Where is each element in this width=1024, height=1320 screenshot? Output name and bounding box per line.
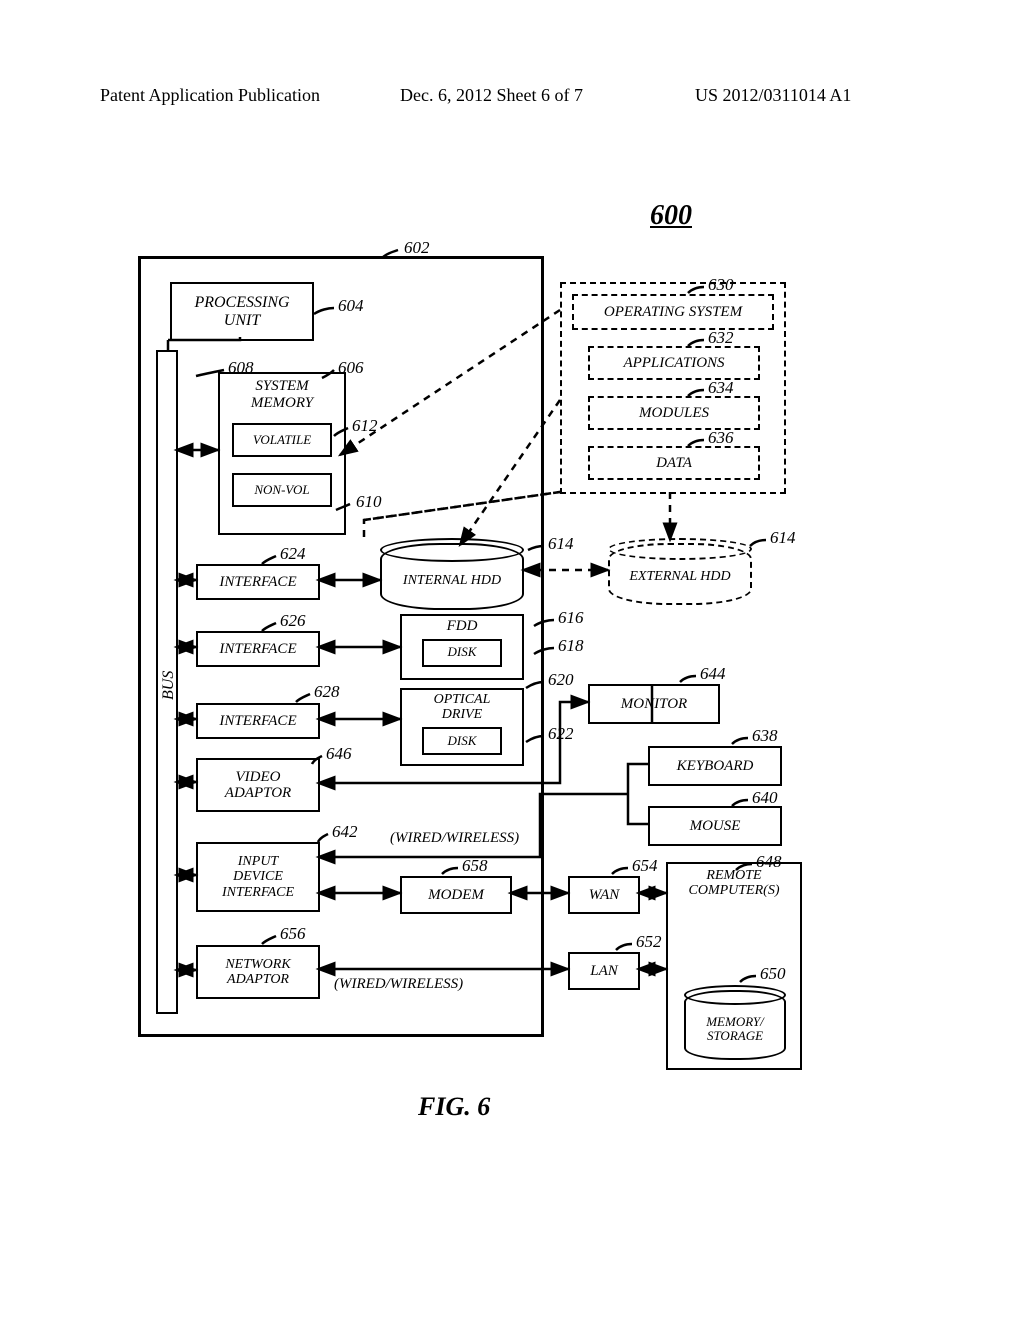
wired-wireless-2: (WIRED/WIRELESS) (334, 976, 463, 993)
ref-640: 640 (752, 788, 778, 808)
ref-608: 608 (228, 358, 254, 378)
ref-616: 616 (558, 608, 584, 628)
wired-wireless-1: (WIRED/WIRELESS) (390, 830, 519, 847)
mouse: MOUSE (648, 806, 782, 846)
modem: MODEM (400, 876, 512, 914)
ref-624: 624 (280, 544, 306, 564)
optical-disk: DISK (422, 727, 502, 755)
ref-638: 638 (752, 726, 778, 746)
external-hdd-top (608, 538, 752, 560)
ref-650: 650 (760, 964, 786, 984)
header-mid: Dec. 6, 2012 Sheet 6 of 7 (400, 85, 583, 106)
ref-614a: 614 (548, 534, 574, 554)
fdd-label: FDD (402, 618, 522, 635)
ref-610: 610 (356, 492, 382, 512)
page: Patent Application Publication Dec. 6, 2… (0, 0, 1024, 1320)
fdd-disk: DISK (422, 639, 502, 667)
interface-626: INTERFACE (196, 631, 320, 667)
ref-620: 620 (548, 670, 574, 690)
system-memory: SYSTEM MEMORY VOLATILE NON-VOL (218, 372, 346, 535)
ref-648: 648 (756, 852, 782, 872)
nonvolatile-mem: NON-VOL (232, 473, 332, 507)
ref-658: 658 (462, 856, 488, 876)
header-left: Patent Application Publication (100, 85, 320, 106)
ref-622: 622 (548, 724, 574, 744)
ref-654: 654 (632, 856, 658, 876)
memory-storage-top (684, 985, 786, 1005)
figure-caption: FIG. 6 (418, 1092, 490, 1122)
ref-618: 618 (558, 636, 584, 656)
volatile-mem: VOLATILE (232, 423, 332, 457)
ref-636: 636 (708, 428, 734, 448)
fdd: FDD DISK (400, 614, 524, 680)
ref-612: 612 (352, 416, 378, 436)
header-right: US 2012/0311014 A1 (695, 85, 851, 106)
keyboard: KEYBOARD (648, 746, 782, 786)
ref-656: 656 (280, 924, 306, 944)
wan: WAN (568, 876, 640, 914)
bus-label: BUS (160, 671, 178, 700)
input-device-interface: INPUT DEVICE INTERFACE (196, 842, 320, 912)
ref-642: 642 (332, 822, 358, 842)
optical-drive: OPTICAL DRIVE DISK (400, 688, 524, 766)
network-adaptor: NETWORK ADAPTOR (196, 945, 320, 999)
lan: LAN (568, 952, 640, 990)
software-group (560, 282, 786, 494)
optical-drive-label: OPTICAL DRIVE (402, 692, 522, 723)
ref-628: 628 (314, 682, 340, 702)
ref-626: 626 (280, 611, 306, 631)
processing-unit: PROCESSING UNIT (170, 282, 314, 341)
figure-number: 600 (650, 200, 692, 232)
video-adaptor: VIDEO ADAPTOR (196, 758, 320, 812)
ref-614b: 614 (770, 528, 796, 548)
ref-646: 646 (326, 744, 352, 764)
ref-602: 602 (404, 238, 430, 258)
ref-644: 644 (700, 664, 726, 684)
system-memory-label: SYSTEM MEMORY (220, 378, 344, 411)
remote-computers-label: REMOTE COMPUTER(S) (668, 868, 800, 899)
ref-652: 652 (636, 932, 662, 952)
ref-634: 634 (708, 378, 734, 398)
ref-606: 606 (338, 358, 364, 378)
interface-624: INTERFACE (196, 564, 320, 600)
interface-628: INTERFACE (196, 703, 320, 739)
ref-632: 632 (708, 328, 734, 348)
internal-hdd-top (380, 538, 524, 562)
ref-630: 630 (708, 275, 734, 295)
monitor: MONITOR (588, 684, 720, 724)
ref-604: 604 (338, 296, 364, 316)
